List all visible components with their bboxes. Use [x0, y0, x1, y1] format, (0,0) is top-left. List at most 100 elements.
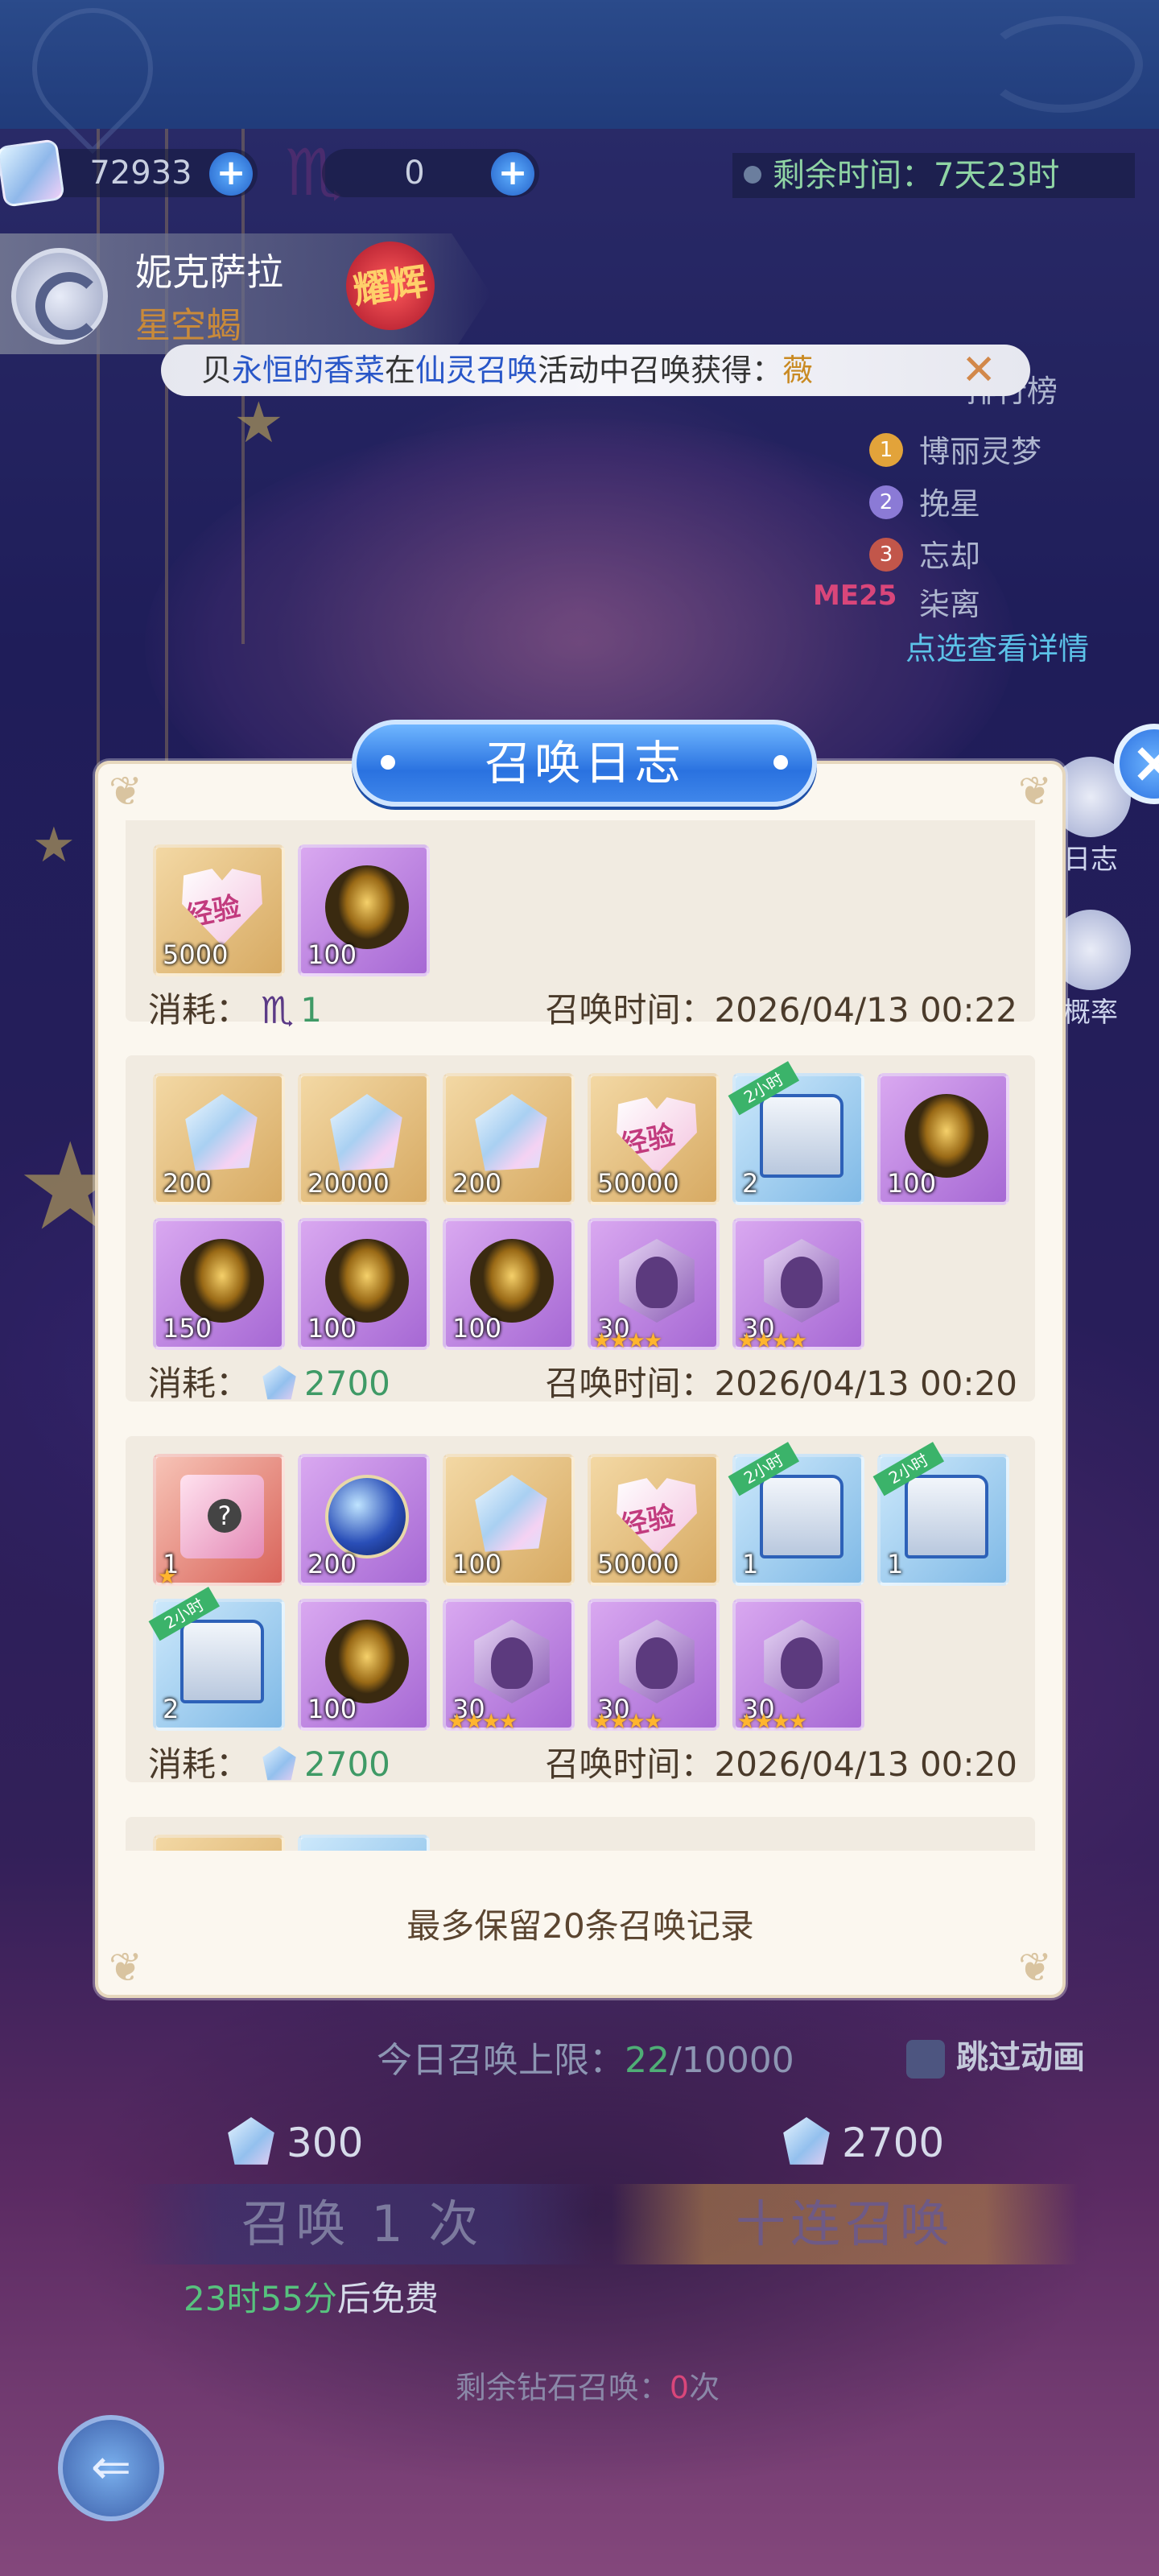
daily-summon-limit: 今日召唤上限：22/10000: [377, 2031, 794, 2083]
time-label: 召唤时间：: [545, 990, 715, 1030]
reward-item[interactable]: 30 ★★★★: [732, 1218, 864, 1353]
summon-once-button[interactable]: 召唤 1 次: [129, 2184, 596, 2264]
back-button[interactable]: ⇐: [58, 2415, 164, 2521]
reward-item[interactable]: 2小时 1: [872, 1442, 1009, 1586]
add-scorpion-button[interactable]: +: [491, 152, 534, 196]
summon-log-list[interactable]: 5000100消耗：♏1召唤时间：2026/04/13 00:222002000…: [126, 820, 1035, 1851]
announcement-ticker: 贝永恒的香菜在仙灵召唤活动中召唤获得：薇 ✕: [161, 345, 1030, 396]
character-subtitle: 星空蝎: [135, 305, 241, 346]
item-quantity: 200: [452, 1168, 502, 1199]
item-quantity: 5000: [163, 939, 229, 970]
rate-side-label: 概率: [1063, 997, 1118, 1029]
reward-item[interactable]: [298, 1835, 430, 1851]
chest-icon: [760, 1094, 843, 1178]
reward-item[interactable]: 100: [443, 1454, 575, 1586]
reward-item[interactable]: 200: [153, 1073, 285, 1205]
ticker-player: 永恒的香菜: [232, 353, 386, 388]
egg-icon: [325, 865, 409, 949]
reward-item[interactable]: 30 ★★★★: [443, 1599, 575, 1734]
reward-item[interactable]: 30 ★★★★: [588, 1599, 720, 1734]
ranking-detail-link[interactable]: 点选查看详情: [905, 624, 1089, 668]
cost-label: 消耗：: [148, 1364, 250, 1403]
reward-item[interactable]: 150: [153, 1218, 285, 1350]
ten-summon-price: 2700: [781, 2117, 944, 2169]
reward-item[interactable]: 5000: [153, 844, 285, 976]
dialog-title-text: 召唤日志: [484, 736, 684, 791]
clock-icon: [744, 166, 761, 184]
reward-item[interactable]: 2小时 1: [728, 1442, 864, 1586]
add-diamond-button[interactable]: +: [209, 152, 253, 196]
reward-item[interactable]: 2小时 2: [728, 1061, 864, 1205]
my-rank-value: 25: [859, 580, 897, 612]
ten-price-value: 2700: [842, 2120, 945, 2166]
chest-icon: [180, 1620, 264, 1703]
summon-ten-button[interactable]: 十连召唤: [612, 2184, 1079, 2264]
remain-suffix: 次: [689, 2370, 720, 2405]
gem-icon: [185, 1094, 258, 1171]
title-dot-decoration: [381, 755, 395, 770]
ticker-text: 在: [385, 353, 416, 388]
chest-icon: [760, 1475, 843, 1558]
timer-value: 7天23时: [934, 157, 1060, 194]
reward-item[interactable]: 100: [443, 1218, 575, 1350]
shard-icon: [619, 1620, 695, 1703]
reward-item[interactable]: [153, 1835, 285, 1851]
reward-item[interactable]: 1★: [153, 1454, 285, 1589]
reward-item[interactable]: 100: [298, 1218, 430, 1350]
exp-icon: [617, 1097, 697, 1174]
star-rating: ★★★★: [448, 1710, 518, 1734]
reward-item[interactable]: 30 ★★★★: [588, 1218, 720, 1353]
diamond-icon: [783, 2117, 830, 2165]
reward-item[interactable]: 2小时 2: [148, 1587, 285, 1731]
egg-icon: [470, 1239, 554, 1323]
item-quantity: 1: [887, 1549, 904, 1579]
ticker-reward: 薇: [782, 353, 814, 388]
summon-time: 召唤时间：2026/04/13 00:20: [546, 1360, 1017, 1408]
reward-item[interactable]: 100: [298, 1599, 430, 1731]
ticker-close-icon[interactable]: ✕: [961, 345, 996, 396]
gem-icon: [475, 1475, 547, 1552]
time-value: 2026/04/13 00:22: [714, 990, 1017, 1030]
summon-log-dialog: ❦ ❦ ❦ ❦ 召唤日志 × 5000100消耗：♏1召唤时间：2026/04/…: [95, 720, 1159, 1998]
corner-ornament: ❦: [109, 1944, 142, 1991]
cost-value: 1: [300, 990, 322, 1030]
rank-number: 3: [869, 538, 903, 572]
exp-icon: [617, 1478, 697, 1555]
reward-item[interactable]: 100: [877, 1073, 1009, 1205]
cost: 2700: [261, 1740, 390, 1789]
egg-icon: [325, 1239, 409, 1323]
summon-time: 召唤时间：2026/04/13 00:20: [546, 1740, 1017, 1789]
rank-player-name: 忘却: [919, 539, 981, 574]
shard-icon: [619, 1239, 695, 1323]
star-rating: ★★★★: [592, 1329, 662, 1353]
diamond-icon: [0, 138, 65, 208]
cost: ♏ 1: [261, 986, 322, 1034]
limit-label: 今日召唤上限：: [377, 2040, 625, 2081]
scorpion-icon: ♏: [261, 989, 295, 1032]
gem-icon: [475, 1094, 547, 1171]
item-quantity: 2: [163, 1694, 179, 1724]
reward-item[interactable]: 50000: [588, 1073, 720, 1205]
reward-item[interactable]: 20000: [298, 1073, 430, 1205]
my-name: 柒离: [919, 587, 981, 622]
corner-ornament: ❦: [109, 768, 142, 815]
limit-used: 22: [625, 2040, 670, 2081]
cost-value: 2700: [304, 1744, 390, 1784]
checkbox[interactable]: [906, 2040, 945, 2079]
item-quantity: 100: [452, 1549, 502, 1579]
ticker-text: 活动中召唤获得：: [538, 353, 783, 388]
item-quantity: 200: [307, 1549, 357, 1579]
item-quantity: 100: [307, 1313, 357, 1344]
skip-label: 跳过动画: [956, 2039, 1085, 2076]
chest-icon: [905, 1475, 988, 1558]
rank-number: 1: [869, 433, 903, 467]
reward-item[interactable]: 200: [298, 1454, 430, 1586]
skip-animation-toggle[interactable]: 跳过动画: [906, 2031, 1085, 2079]
reward-item[interactable]: 100: [298, 844, 430, 976]
exp-icon: [182, 869, 262, 946]
reward-item[interactable]: 200: [443, 1073, 575, 1205]
item-quantity: 150: [163, 1313, 212, 1344]
reward-item[interactable]: 30 ★★★★: [732, 1599, 864, 1734]
summon-time: 召唤时间：2026/04/13 00:22: [546, 986, 1017, 1034]
reward-item[interactable]: 50000: [588, 1454, 720, 1586]
